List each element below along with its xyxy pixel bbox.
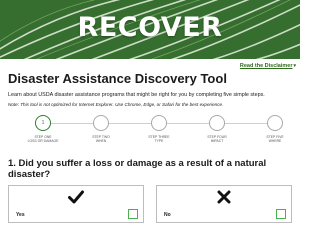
no-checkbox[interactable] [276,209,286,219]
step-circle [267,115,283,131]
step-number: 1 [41,120,45,126]
step-circle: 1 [35,115,51,131]
step-one[interactable]: 1 STEP ONE LOSS OR DAMAGE [23,113,63,144]
yes-checkbox[interactable] [128,209,138,219]
chevron-down-icon: ▾ [293,63,296,69]
step-sublabel: IMPACT [210,139,224,144]
yes-option-card[interactable]: Yes [8,185,144,223]
step-circle [151,115,167,131]
step-five[interactable]: STEP FIVE WHERE [255,113,295,144]
yes-label: Yes [16,212,25,218]
no-option-card[interactable]: No [156,185,292,223]
step-four[interactable]: STEP FOUR IMPACT [197,113,237,144]
step-progress: 1 STEP ONE LOSS OR DAMAGE STEP TWO WHEN … [8,113,292,149]
disclaimer-link[interactable]: Read the Disclaimer▾ [240,63,296,69]
question-heading: 1. Did you suffer a loss or damage as a … [8,158,267,180]
step-circle [93,115,109,131]
no-label: No [164,212,171,218]
step-two[interactable]: STEP TWO WHEN [81,113,121,144]
intro-text: Learn about USDA disaster assistance pro… [8,92,265,98]
step-sublabel: TYPE [154,139,164,144]
disclaimer-label[interactable]: Read the Disclaimer [240,63,293,69]
checkmark-icon [68,190,84,204]
step-three[interactable]: STEP THREE TYPE [139,113,179,144]
step-circle [209,115,225,131]
step-sublabel: LOSS OR DAMAGE [27,139,59,144]
hero-title: RECOVER [77,12,223,43]
hero-banner: RECOVER [0,0,300,59]
browser-note: Note: This tool is not optimized for Int… [8,102,224,107]
page-title: Disaster Assistance Discovery Tool [8,71,227,86]
step-sublabel: WHEN [95,139,107,144]
x-icon [217,190,231,204]
step-sublabel: WHERE [268,139,282,144]
